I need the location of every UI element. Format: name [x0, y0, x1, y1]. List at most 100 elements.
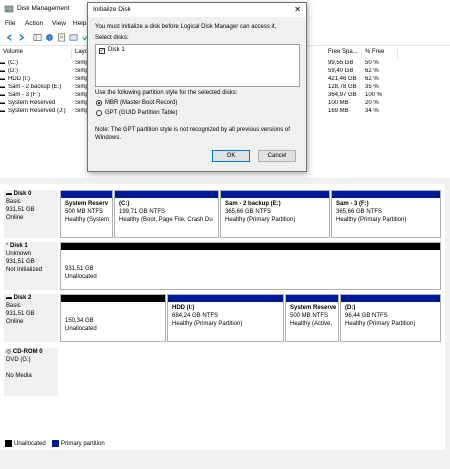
initialize-disk-dialog: Initialize Disk ✕ You must initialize a … — [87, 2, 307, 172]
mbr-radio[interactable] — [96, 100, 102, 106]
cdrom-0-label[interactable]: ◎ CD-ROM 0 DVD (G:) No Media — [4, 348, 58, 396]
menu-help[interactable]: Help — [73, 20, 86, 27]
warning-icon: * — [6, 243, 9, 249]
column-header-layout[interactable]: Layout — [72, 49, 93, 58]
dialog-title: Initialize Disk — [93, 6, 131, 13]
console-tree-icon[interactable] — [33, 33, 42, 42]
partition-unallocated[interactable]: 931,51 GB Unallocated — [60, 242, 441, 290]
partition-unallocated[interactable]: 150,34 GB Unallocated — [60, 294, 166, 342]
volume-icon: ▬ — [0, 108, 5, 114]
partition-size: 500 MB NTFS — [290, 313, 329, 319]
forward-icon[interactable] — [17, 33, 26, 42]
help-icon[interactable]: ? — [45, 33, 54, 42]
disk-1-label[interactable]: * Disk 1 Unknown 931,51 GB Not Initializ… — [4, 242, 58, 290]
disk-status: Online — [6, 215, 24, 221]
partition-status: Healthy (Primary Partition) — [345, 321, 416, 327]
partition-name: HDD (I:) — [172, 305, 195, 311]
disk-size: 931,51 GB — [6, 311, 35, 317]
partition-name: (C:) — [119, 201, 130, 207]
partition-bar — [286, 295, 338, 302]
partition-name: System Reserve — [290, 305, 337, 311]
partition-size: 365,66 GB NTFS — [225, 209, 272, 215]
partition-d[interactable]: (D:) 96,44 GB NTFS Healthy (Primary Partit… — [340, 294, 441, 342]
partition-name: (D:) — [345, 305, 356, 311]
partition-size: 931,51 GB — [65, 266, 94, 272]
cdrom-icon: ◎ — [6, 349, 12, 355]
volume-name: (C:) — [8, 60, 18, 66]
gpt-radio[interactable] — [96, 110, 102, 116]
view-icon[interactable] — [69, 33, 78, 42]
volume-free-space: 364,97 GB — [328, 92, 357, 98]
disk-type: Unknown — [6, 251, 32, 257]
volume-icon: ▬ — [0, 100, 5, 106]
volume-percent-free: 62 % — [365, 68, 379, 74]
partition-status: Healthy (Primary Partition) — [225, 217, 296, 223]
volume-name: Sam - 3 (F:) — [8, 92, 41, 98]
partition-bar — [61, 243, 440, 250]
partition-status: Healthy (Primary Partition) — [336, 217, 407, 223]
partition-style-label: Use the following partition style for th… — [95, 90, 238, 96]
gpt-note-line2: Windows. — [95, 135, 122, 141]
disk-0-label[interactable]: ▬ Disk 0 Basic 931,51 GB Online — [4, 190, 58, 238]
select-disks-label: Select disks: — [95, 35, 129, 41]
close-icon[interactable]: ✕ — [294, 5, 301, 14]
partition-system-reserved[interactable]: System Reserv 500 MB NTFS Healthy (System — [60, 190, 113, 238]
disk-status: Not Initialized — [6, 267, 43, 273]
disk-list[interactable]: ✓ Disk 1 — [95, 44, 300, 87]
cancel-button[interactable]: Cancel — [258, 150, 296, 162]
volume-percent-free: 34 % — [365, 108, 379, 114]
vertical-scrollbar[interactable] — [445, 184, 450, 450]
volume-name: HDD (I:) — [8, 76, 30, 82]
partition-bar — [341, 295, 440, 302]
partition-i[interactable]: HDD (I:) 684,24 GB NTFS Healthy (Primary P… — [167, 294, 284, 342]
window-title: Disk Management — [17, 5, 70, 12]
volume-icon: ▬ — [0, 68, 5, 74]
volume-icon: ▬ — [0, 84, 5, 90]
volume-percent-free: 62 % — [365, 76, 379, 82]
disk-1-checkbox[interactable]: ✓ — [99, 48, 105, 54]
menu-view[interactable]: View — [52, 20, 66, 27]
status-bar — [0, 450, 450, 469]
partition-status: Healthy (Active, — [290, 321, 333, 327]
partition-c[interactable]: (C:) 199,71 GB NTFS Healthy (Boot, Page Fi… — [114, 190, 219, 238]
partition-name: Sam - 3 (F:) — [336, 201, 369, 207]
svg-text:?: ? — [48, 35, 51, 41]
disk-name: Disk 2 — [13, 295, 32, 301]
column-header-percent-free[interactable]: % Free — [362, 49, 398, 58]
ok-button[interactable]: OK — [212, 150, 250, 162]
volume-percent-free: 35 % — [365, 84, 379, 90]
partition-system-reserved[interactable]: System Reserve 500 MB NTFS Healthy (Active… — [285, 294, 339, 342]
volume-icon: ▬ — [0, 76, 5, 82]
volume-free-space: 99,55 GB — [328, 60, 354, 66]
disk-type: DVD (G:) — [6, 357, 31, 363]
partition-bar — [221, 191, 329, 198]
partition-bar — [61, 295, 165, 302]
legend: Unallocated Primary partition — [0, 438, 450, 450]
volume-icon: ▬ — [0, 60, 5, 66]
partition-e[interactable]: Sam - 2 backup (E:) 365,66 GB NTFS Healthy… — [220, 190, 330, 238]
disk-type: Basic — [6, 199, 21, 205]
partition-status: Unallocated — [65, 326, 97, 332]
volume-name: System Reserved (J:) — [8, 108, 66, 114]
volume-free-space: 100 MB — [328, 100, 349, 106]
column-header-volume[interactable]: Volume — [0, 49, 72, 58]
legend-unallocated: Unallocated — [14, 441, 46, 448]
partition-bar — [168, 295, 283, 302]
disk-2-label[interactable]: ▬ Disk 2 Basic 931,51 GB Online — [4, 294, 58, 342]
disk-1-label: Disk 1 — [108, 47, 125, 53]
partition-size: 199,71 GB NTFS — [119, 209, 166, 215]
back-icon[interactable] — [5, 33, 14, 42]
disk-status: Online — [6, 319, 24, 325]
menu-file[interactable]: File — [5, 20, 15, 27]
properties-icon[interactable] — [57, 33, 66, 42]
partition-status: Healthy (Primary Partition) — [172, 321, 243, 327]
volume-name: (D:) — [8, 68, 18, 74]
partition-size: 150,34 GB — [65, 318, 94, 324]
menu-action[interactable]: Action — [25, 20, 43, 27]
column-header-free-space[interactable]: Free Spa... — [325, 49, 362, 58]
disk-name: CD-ROM 0 — [12, 349, 43, 355]
volume-percent-free: 50 % — [365, 60, 379, 66]
legend-primary: Primary partition — [61, 441, 105, 448]
partition-size: 500 MB NTFS — [65, 209, 104, 215]
partition-f[interactable]: Sam - 3 (F:) 365,66 GB NTFS Healthy (Prima… — [331, 190, 441, 238]
